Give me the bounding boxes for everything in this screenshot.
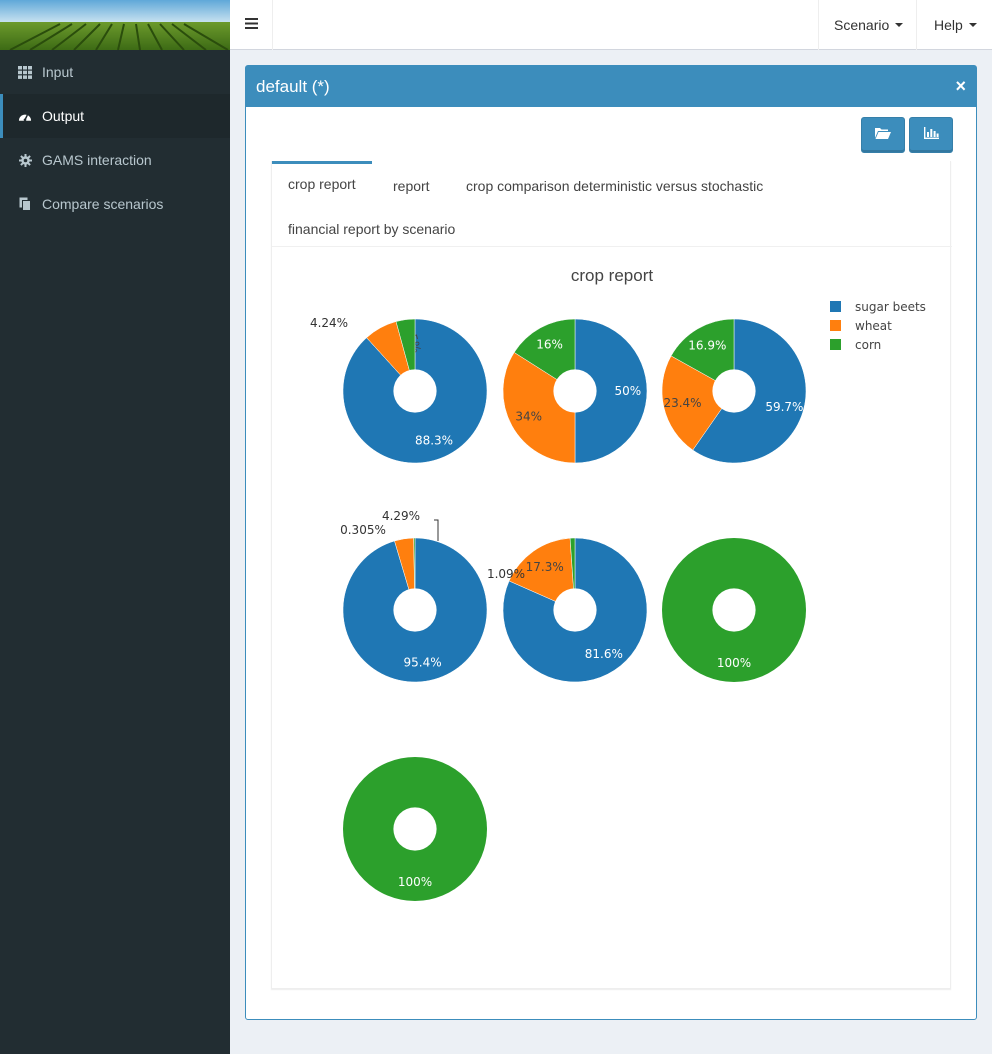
pie-6: 100% — [662, 538, 806, 682]
sidebar-item-output[interactable]: Output — [0, 94, 230, 138]
tab-bar: crop report report crop comparison deter… — [272, 161, 952, 247]
pie-data-label: 0.305% — [340, 523, 386, 537]
tab-label: crop report — [288, 176, 356, 192]
pie-hole — [712, 588, 756, 632]
tab-label: crop comparison deterministic versus sto… — [466, 177, 764, 194]
pie-data-label: 17.3% — [526, 560, 564, 574]
caret-down-icon — [968, 23, 977, 27]
legend-label-wheat: wheat — [855, 319, 892, 333]
folder-open-icon — [875, 126, 891, 144]
tab-crop-comparison[interactable]: crop comparison deterministic versus sto… — [450, 164, 779, 207]
output-tabset: crop report report crop comparison deter… — [271, 161, 952, 989]
pie-hole — [553, 588, 597, 632]
sidebar-item-gams-interaction[interactable]: GAMS interaction — [0, 138, 230, 182]
pie-hole — [393, 807, 437, 851]
scenario-dropdown-label: Scenario — [834, 17, 890, 33]
logo-image — [0, 0, 230, 50]
pie-chart-svg: crop report sugar beets wheat corn 88.3%7.… — [310, 266, 926, 901]
pie-data-label: 100% — [398, 875, 432, 889]
legend-label-corn: corn — [855, 338, 881, 352]
label-leader-line — [434, 519, 439, 541]
caret-down-icon — [895, 23, 904, 27]
tab-crop-report[interactable]: crop report — [272, 161, 372, 204]
scenario-box: default (*) × crop report report crop co… — [245, 65, 977, 1020]
sidebar: Input Output GAMS interaction Compare sc… — [0, 0, 230, 1054]
top-navbar: Scenario Help — [230, 0, 992, 50]
pie-1: 88.3%7.5%4.24% — [310, 316, 488, 464]
pie-data-label: 100% — [717, 656, 751, 670]
load-scenario-button[interactable] — [861, 117, 905, 153]
tab-label: financial report by scenario — [288, 220, 456, 237]
sidebar-item-label: GAMS interaction — [42, 152, 152, 168]
tab-label: report — [393, 177, 430, 194]
legend-swatch-wheat — [830, 320, 841, 331]
pie-hole — [393, 369, 437, 413]
pie-data-label: 95.4% — [404, 655, 442, 669]
crop-report-chart: crop report sugar beets wheat corn 88.3%7.… — [272, 248, 952, 988]
sidebar-item-compare-scenarios[interactable]: Compare scenarios — [0, 182, 230, 226]
pie-data-label: 4.24% — [310, 316, 348, 330]
pie-data-label: 16.9% — [688, 339, 726, 353]
pie-data-label: 1.09% — [487, 567, 525, 581]
sidebar-toggle-button[interactable] — [230, 0, 273, 50]
hamburger-icon — [244, 16, 258, 34]
dashboard-icon — [18, 109, 32, 123]
legend-swatch-sugar-beets — [830, 301, 841, 312]
bar-chart-icon — [923, 126, 939, 144]
pie-2: 50% 34% 16% — [502, 318, 648, 464]
pie-data-label: 50% — [614, 384, 641, 398]
pie-3: 59.7% 23.4% 16.9% — [661, 318, 807, 464]
pie-data-label: 81.6% — [585, 647, 623, 661]
box-title: default (*) — [256, 76, 330, 96]
pie-data-label: 59.7% — [765, 400, 803, 414]
pie-7: 100% — [343, 757, 487, 901]
sidebar-item-label: Input — [42, 64, 74, 80]
pie-data-label: 88.3% — [415, 433, 453, 447]
sidebar-item-label: Compare scenarios — [42, 196, 164, 212]
pie-data-label: 16% — [536, 338, 563, 352]
pie-data-label: 34% — [515, 409, 542, 423]
pie-4: 95.4% 4.29%0.305% — [340, 509, 488, 683]
legend-label-sugar-beets: sugar beets — [855, 300, 926, 314]
graph-view-button[interactable] — [909, 117, 953, 153]
grid-icon — [18, 65, 32, 79]
pie-hole — [393, 588, 437, 632]
pie-data-label: 4.29% — [382, 509, 420, 523]
sidebar-item-label: Output — [42, 108, 85, 124]
pie-data-label: 23.4% — [663, 396, 701, 410]
legend-swatch-corn — [830, 339, 841, 350]
tab-report[interactable]: report — [377, 164, 446, 207]
help-dropdown-label: Help — [934, 17, 963, 33]
chart-legend: sugar beets wheat corn — [830, 300, 926, 352]
close-icon[interactable]: × — [955, 77, 966, 95]
help-dropdown[interactable]: Help — [916, 0, 992, 50]
sidebar-item-input[interactable]: Input — [0, 50, 230, 94]
pie-5: 81.6% 17.3%1.09% — [487, 537, 648, 683]
pie-hole — [712, 369, 756, 413]
box-header: default (*) × — [246, 66, 976, 107]
scenario-dropdown[interactable]: Scenario — [818, 0, 916, 50]
gear-icon — [18, 153, 32, 167]
chart-title: crop report — [571, 266, 653, 285]
copy-icon — [18, 197, 32, 211]
tab-financial-report[interactable]: financial report by scenario — [272, 207, 471, 250]
pie-hole — [553, 369, 597, 413]
